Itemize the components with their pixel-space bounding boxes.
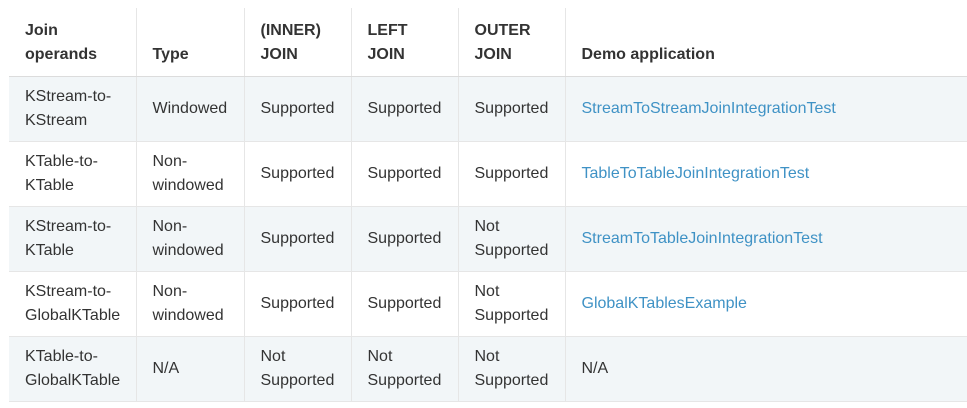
cell-demo-application: TableToTableJoinIntegrationTest xyxy=(565,141,967,207)
cell-text-line: GlobalKTable xyxy=(25,372,121,389)
header-line: OUTER xyxy=(474,22,531,39)
join-semantics-table: Join operands Type (INNER) JOIN LEFT JOI… xyxy=(9,8,967,402)
cell-text-line: KStream-to- xyxy=(25,88,112,105)
header-line: JOIN xyxy=(474,46,512,63)
cell-demo-application: StreamToTableJoinIntegrationTest xyxy=(565,206,967,272)
cell-join-operands: KStream-to- KTable xyxy=(9,206,137,272)
cell-join-operands: KStream-to- KStream xyxy=(9,76,137,142)
cell-text-line: Supported xyxy=(474,372,549,389)
cell-text-line: Supported xyxy=(474,100,549,117)
cell-left-join: Supported xyxy=(351,206,459,272)
header-line: JOIN xyxy=(260,46,298,63)
header-line: operands xyxy=(25,46,98,63)
cell-text-line: Supported xyxy=(260,165,335,182)
cell-text-line: Supported xyxy=(474,307,549,324)
header-line: Join xyxy=(25,22,58,39)
cell-left-join: Supported xyxy=(351,76,459,142)
cell-left-join: Supported xyxy=(351,271,459,337)
cell-text-line: Supported xyxy=(260,230,335,247)
cell-text-line: Non- xyxy=(152,283,188,300)
demo-application-text: N/A xyxy=(581,360,609,377)
cell-outer-join: Not Supported xyxy=(458,206,566,272)
cell-text-line: KStream xyxy=(25,112,88,129)
table-body: KStream-to- KStream Windowed Supported Suppo… xyxy=(9,76,967,402)
cell-text-line: windowed xyxy=(152,307,224,324)
header-join-operands: Join operands xyxy=(9,8,137,77)
cell-text-line: Supported xyxy=(367,165,442,182)
cell-inner-join: Supported xyxy=(244,76,352,142)
cell-join-operands: KTable-to- KTable xyxy=(9,141,137,207)
cell-text-line: N/A xyxy=(152,360,180,377)
header-line: JOIN xyxy=(367,46,405,63)
cell-text-line: Supported xyxy=(474,242,549,259)
cell-text-line: KStream-to- xyxy=(25,218,112,235)
cell-type: Non-windowed xyxy=(136,271,245,337)
cell-text-line: Supported xyxy=(367,295,442,312)
header-outer-join: OUTER JOIN xyxy=(458,8,566,77)
cell-left-join: Not Supported xyxy=(351,336,459,402)
cell-text-line: Supported xyxy=(474,165,549,182)
cell-inner-join: Supported xyxy=(244,271,352,337)
cell-outer-join: Supported xyxy=(458,141,566,207)
cell-demo-application: GlobalKTablesExample xyxy=(565,271,967,337)
header-line: Type xyxy=(152,46,189,63)
cell-demo-application: N/A xyxy=(565,336,967,402)
cell-text-line: Supported xyxy=(260,100,335,117)
demo-application-link[interactable]: GlobalKTablesExample xyxy=(582,295,747,312)
table-row: KStream-to- KStream Windowed Supported Suppo… xyxy=(9,76,967,142)
header-demo-application: Demo application xyxy=(565,8,967,77)
demo-application-link[interactable]: TableToTableJoinIntegrationTest xyxy=(582,165,810,182)
cell-text-line: KTable xyxy=(25,242,74,259)
header-line: Demo application xyxy=(581,46,715,63)
cell-text-line: KTable-to- xyxy=(25,348,98,365)
cell-type: N/A xyxy=(136,336,245,402)
cell-text-line: Supported xyxy=(260,372,335,389)
cell-type: Non-windowed xyxy=(136,141,245,207)
table-row: KTable-to- KTable Non-windowed Supported Sup… xyxy=(9,141,967,207)
table-header: Join operands Type (INNER) JOIN LEFT JOI… xyxy=(9,8,967,77)
table-row: KStream-to- KTable Non-windowed Supported Su… xyxy=(9,206,967,272)
demo-application-link[interactable]: StreamToTableJoinIntegrationTest xyxy=(582,230,823,247)
cell-inner-join: Supported xyxy=(244,141,352,207)
cell-text-line: Non- xyxy=(152,218,188,235)
cell-type: Windowed xyxy=(136,76,245,142)
cell-text-line: Not xyxy=(474,218,500,235)
cell-text-line: GlobalKTable xyxy=(25,307,121,324)
cell-text-line: windowed xyxy=(152,242,224,259)
cell-text-line: Not xyxy=(367,348,393,365)
cell-text-line: Not xyxy=(260,348,286,365)
join-semantics-table-container: Join operands Type (INNER) JOIN LEFT JOI… xyxy=(9,8,967,402)
header-type: Type xyxy=(136,8,245,77)
cell-text-line: KStream-to- xyxy=(25,283,112,300)
cell-text-line: Supported xyxy=(367,230,442,247)
cell-outer-join: Not Supported xyxy=(458,336,566,402)
cell-text-line: windowed xyxy=(152,177,224,194)
cell-text-line: Not xyxy=(474,348,500,365)
cell-inner-join: Supported xyxy=(244,206,352,272)
cell-text-line: KTable xyxy=(25,177,74,194)
header-left-join: LEFT JOIN xyxy=(351,8,459,77)
cell-text-line: Windowed xyxy=(152,100,228,117)
table-row: KStream-to- GlobalKTable Non-windowed Suppo… xyxy=(9,271,967,337)
cell-text-line: Supported xyxy=(260,295,335,312)
table-row: KTable-to- GlobalKTable N/A Not Supported Not… xyxy=(9,336,967,402)
cell-left-join: Supported xyxy=(351,141,459,207)
cell-outer-join: Supported xyxy=(458,76,566,142)
cell-type: Non-windowed xyxy=(136,206,245,272)
header-line: LEFT xyxy=(367,22,408,39)
header-row: Join operands Type (INNER) JOIN LEFT JOI… xyxy=(9,8,967,77)
demo-application-link[interactable]: StreamToStreamJoinIntegrationTest xyxy=(582,100,836,117)
cell-text-line: Non- xyxy=(152,153,188,170)
cell-text-line: Supported xyxy=(367,100,442,117)
cell-text-line: Not xyxy=(474,283,500,300)
cell-text-line: KTable-to- xyxy=(25,153,98,170)
cell-inner-join: Not Supported xyxy=(244,336,352,402)
cell-join-operands: KStream-to- GlobalKTable xyxy=(9,271,137,337)
cell-text-line: Supported xyxy=(367,372,442,389)
cell-demo-application: StreamToStreamJoinIntegrationTest xyxy=(565,76,967,142)
header-line: (INNER) xyxy=(260,22,321,39)
header-inner-join: (INNER) JOIN xyxy=(244,8,352,77)
cell-join-operands: KTable-to- GlobalKTable xyxy=(9,336,137,402)
cell-outer-join: Not Supported xyxy=(458,271,566,337)
